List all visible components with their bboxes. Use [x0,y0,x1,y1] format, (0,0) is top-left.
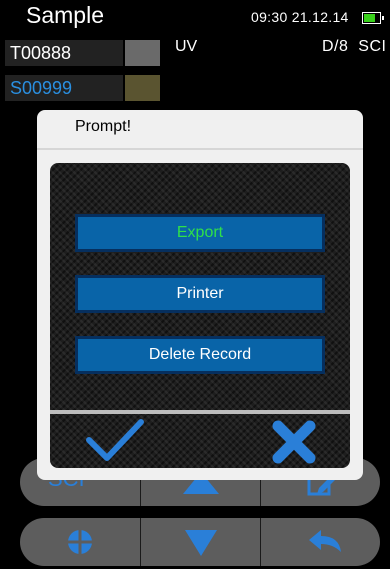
close-icon [272,420,316,464]
geometry-text: D/8 [322,38,349,55]
clock: 09:30 21.12.14 [251,9,349,25]
geometry-label: D/8 SCI [322,38,386,56]
export-button[interactable]: Export [75,214,325,252]
sample-id-sample[interactable]: S00999 [5,75,123,101]
light-source-label: UV [175,38,198,55]
time-text: 09:30 [251,9,288,25]
panel-divider [50,410,350,414]
nav-down-icon [185,530,217,556]
crosshair-icon [67,529,93,555]
confirm-button[interactable] [85,418,145,467]
standard-color-swatch [125,40,160,66]
mode-text: SCI [358,38,387,55]
check-icon [86,419,144,461]
date-text: 21.12.14 [291,9,349,25]
nav-target-segment[interactable] [20,518,140,566]
nav-back-segment[interactable] [260,518,380,566]
battery-icon [362,12,384,24]
battery-level [364,14,375,22]
back-arrow-icon [309,530,341,552]
nav-row-2 [20,518,380,566]
cancel-button[interactable] [272,420,316,469]
sample-id-standard[interactable]: T00888 [5,40,123,66]
battery-terminal [382,16,384,20]
dialog-divider [37,148,363,150]
page-title: Sample [26,2,104,28]
nav-down-segment[interactable] [140,518,261,566]
sample-color-swatch [125,75,160,101]
printer-button[interactable]: Printer [75,275,325,313]
dialog-title: Prompt! [75,118,132,135]
delete-record-button[interactable]: Delete Record [75,336,325,374]
